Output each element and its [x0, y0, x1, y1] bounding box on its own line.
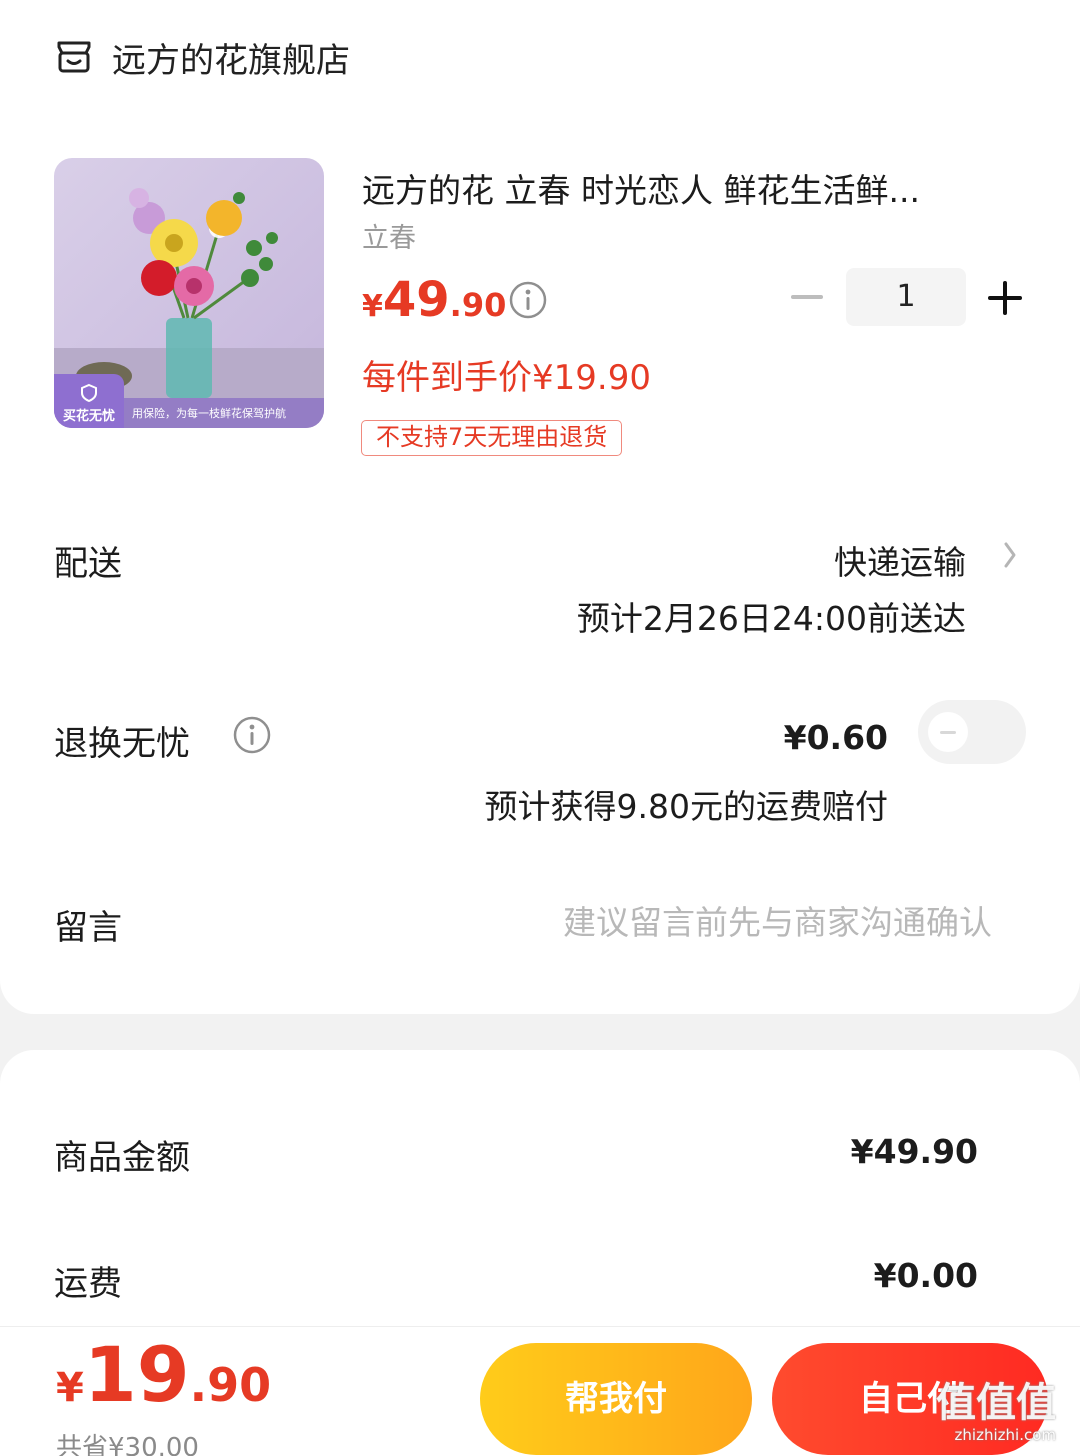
watermark-logo: 值值值 zhizhizhi.com: [928, 1370, 1068, 1450]
total-integer: 19: [83, 1330, 190, 1419]
product-image[interactable]: 买花无忧 用保险，为每一枝鲜花保驾护航: [54, 158, 324, 428]
delivery-method[interactable]: 快递运输: [834, 536, 966, 584]
shipping-fee-label: 运费: [54, 1264, 122, 1304]
badge-text: 用保险，为每一枝鲜花保驾护航: [132, 407, 286, 420]
saved-amount: 共省¥30.00: [56, 1433, 199, 1456]
toggle-off-icon: [940, 730, 956, 734]
insurance-info-icon[interactable]: [232, 715, 272, 755]
product-title[interactable]: 远方的花 立春 时光恋人 鲜花生活鲜...: [362, 164, 1012, 212]
quantity-value[interactable]: 1: [846, 268, 966, 326]
goods-amount-label: 商品金额: [54, 1138, 190, 1178]
message-label: 留言: [54, 908, 122, 948]
delivery-label: 配送: [54, 544, 122, 584]
toggle-knob: [928, 712, 968, 752]
total-decimal: .90: [189, 1358, 272, 1412]
checkout-bar: ¥ 19 .90 共省¥30.00 帮我付 自己付: [0, 1326, 1080, 1456]
total-currency: ¥: [56, 1365, 84, 1411]
delivery-eta: 预计2月26日24:00前送达: [576, 599, 966, 638]
store-header[interactable]: 远方的花旗舰店: [54, 30, 350, 84]
price-integer: 49: [382, 272, 450, 328]
product-sku[interactable]: 立春: [362, 216, 416, 255]
shield-icon: [81, 383, 97, 403]
insurance-note: 预计获得9.80元的运费赔付: [484, 787, 888, 826]
insurance-toggle[interactable]: [918, 700, 1026, 764]
watermark-url: zhizhizhi.com: [954, 1426, 1056, 1444]
minus-icon: [791, 295, 823, 299]
store-icon: [57, 41, 91, 73]
help-pay-button[interactable]: 帮我付: [480, 1343, 752, 1455]
message-input[interactable]: [420, 896, 992, 948]
price-decimal: .90: [449, 286, 507, 324]
quantity-decrease-button[interactable]: [790, 283, 824, 311]
insurance-price: ¥0.60: [783, 718, 888, 757]
price-info-icon[interactable]: [508, 280, 548, 320]
price-currency: ¥: [362, 289, 383, 324]
watermark-glyphs: 值值值: [936, 1380, 1056, 1426]
chevron-right-icon[interactable]: [1000, 538, 1020, 572]
store-name: 远方的花旗舰店: [112, 40, 350, 81]
quantity-increase-button[interactable]: [988, 280, 1024, 316]
product-price: ¥ 49 .90: [362, 272, 506, 328]
image-badge: 买花无忧 用保险，为每一枝鲜花保驾护航: [54, 374, 324, 428]
goods-amount-value: ¥49.90: [850, 1132, 978, 1171]
badge-left-label: 买花无忧: [62, 409, 115, 424]
order-card: [0, 0, 1080, 1014]
return-policy-tag: 不支持7天无理由退货: [361, 420, 623, 456]
total-price: ¥ 19 .90: [56, 1337, 271, 1413]
shipping-fee-value: ¥0.00: [873, 1256, 978, 1295]
insurance-label: 退换无忧: [54, 724, 190, 764]
badge-shield-block: 买花无忧: [54, 374, 124, 428]
net-price: 每件到手价¥19.90: [362, 358, 651, 398]
